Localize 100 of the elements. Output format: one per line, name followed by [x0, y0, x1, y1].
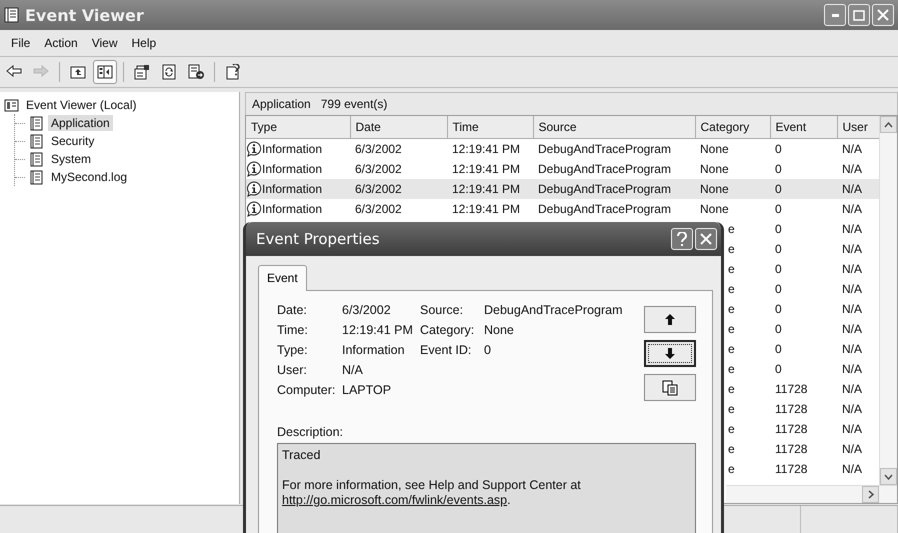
table-cell-text: N/A: [841, 221, 864, 238]
column-header[interactable]: Source: [533, 116, 695, 138]
table-cell-text: N/A: [841, 441, 864, 458]
event-type: Information: [262, 142, 322, 156]
tree-item[interactable]: Security: [48, 133, 98, 149]
table-cell-text: 11728: [774, 401, 808, 418]
field-value: LAPTOP: [342, 383, 392, 397]
scroll-up-button[interactable]: [880, 116, 897, 133]
tree-item[interactable]: Event Viewer (Local): [23, 97, 140, 113]
table-cell-text: N/A: [841, 261, 864, 278]
close-button[interactable]: [695, 228, 717, 250]
refresh-icon: [161, 64, 177, 80]
help-icon: [676, 232, 688, 246]
table-cell: DebugAndTraceProgram: [533, 179, 695, 199]
field-value: Information: [342, 343, 406, 357]
help-link[interactable]: http://go.microsoft.com/fwlink/events.asp: [282, 493, 508, 507]
menu-item[interactable]: Action: [37, 34, 85, 52]
table-cell-text: N/A: [841, 301, 864, 318]
log-icon: [29, 152, 44, 166]
menu-item[interactable]: File: [4, 34, 38, 52]
next-button[interactable]: [644, 340, 696, 367]
column-header[interactable]: Event: [770, 116, 837, 138]
window-title: Event Viewer: [25, 6, 145, 24]
log-icon: [29, 134, 44, 148]
table-cell-text: e: [727, 321, 736, 338]
table-cell-text: 0: [774, 321, 783, 338]
description-text: For more information, see Help and Support Center at http://go.microsoft.com/fwlink/events.asp.: [282, 478, 582, 508]
table-cell-text: 0: [774, 361, 783, 378]
table-cell: 6/3/2002: [350, 199, 447, 219]
table-cell-text: N/A: [841, 421, 864, 438]
close-icon: [700, 233, 712, 245]
table-cell-text: N/A: [841, 341, 864, 358]
table-cell-text: e: [727, 461, 736, 478]
description-text: Traced: [282, 448, 322, 463]
table-cell-text: 0: [774, 221, 783, 238]
copy-icon: [662, 380, 678, 396]
close-button[interactable]: [872, 4, 894, 26]
table-cell-text: e: [727, 441, 736, 458]
menu-item[interactable]: Help: [124, 34, 164, 52]
field-value: 6/3/2002: [342, 303, 392, 317]
field-label: Category:: [420, 323, 476, 337]
column-header[interactable]: Type: [246, 116, 350, 138]
table-cell-text: 11728: [774, 421, 808, 438]
tree-item[interactable]: MySecond.log: [48, 169, 130, 185]
table-cell-text: N/A: [841, 241, 864, 258]
field-label: Source:: [420, 303, 464, 317]
horizontal-scrollbar[interactable]: [726, 485, 897, 503]
table-cell: 12:19:41 PM: [447, 199, 533, 219]
app-icon: [4, 7, 19, 23]
column-header[interactable]: Category: [695, 116, 770, 138]
table-cell-text: 11728: [774, 441, 808, 458]
table-cell: 0: [770, 138, 837, 159]
column-header[interactable]: Date: [350, 116, 447, 138]
maximize-button[interactable]: [848, 4, 870, 26]
event-count: 799 event(s): [320, 97, 388, 111]
maximize-icon: [853, 10, 865, 20]
table-cell-text: N/A: [841, 381, 864, 398]
caret-up-icon: [884, 120, 893, 128]
tab[interactable]: Event: [258, 265, 307, 291]
scroll-down-button[interactable]: [880, 468, 897, 485]
table-cell: DebugAndTraceProgram: [533, 138, 695, 159]
table-cell-text: 11728: [774, 381, 808, 398]
table-cell: None: [695, 138, 770, 159]
table-cell-text: e: [727, 401, 736, 418]
table-cell-text: e: [727, 281, 736, 298]
log-icon: [29, 170, 44, 184]
table-cell-text: 0: [774, 301, 783, 318]
table-cell: N/A: [837, 179, 879, 199]
table-cell: N/A: [837, 159, 879, 179]
description-label: Description:: [277, 425, 344, 439]
up-arrow-icon: [664, 313, 676, 326]
column-header[interactable]: User: [837, 116, 879, 138]
table-cell-text: N/A: [841, 401, 864, 418]
caret-down-icon: [884, 472, 893, 480]
tree-item[interactable]: Application: [48, 115, 113, 131]
table-cell: 6/3/2002: [350, 179, 447, 199]
pane-toggle-icon: [97, 64, 113, 80]
table-cell-text: e: [727, 261, 736, 278]
table-cell-text: e: [727, 301, 736, 318]
field-value: DebugAndTraceProgram: [484, 303, 622, 317]
table-cell-text: 11728: [774, 461, 808, 478]
table-cell-text: N/A: [841, 321, 864, 338]
table-cell: 0: [770, 199, 837, 219]
table-cell-text: 0: [774, 341, 783, 358]
field-label: User:: [277, 363, 308, 377]
help-button[interactable]: [671, 228, 693, 250]
field-value: 0: [484, 343, 492, 357]
help-icon: [225, 64, 241, 80]
menu-item[interactable]: View: [84, 34, 124, 52]
tree-item[interactable]: System: [48, 151, 94, 167]
previous-button[interactable]: [644, 306, 696, 333]
toolbar-button[interactable]: [93, 60, 117, 84]
table-cell-text: e: [727, 221, 736, 238]
copy-button[interactable]: [644, 374, 696, 401]
minimize-button[interactable]: [824, 4, 846, 26]
column-header[interactable]: Time: [447, 116, 533, 138]
event-type: Information: [262, 162, 322, 176]
vertical-scrollbar[interactable]: [879, 116, 897, 485]
table-cell: 0: [770, 159, 837, 179]
scroll-right-button[interactable]: [862, 486, 879, 503]
